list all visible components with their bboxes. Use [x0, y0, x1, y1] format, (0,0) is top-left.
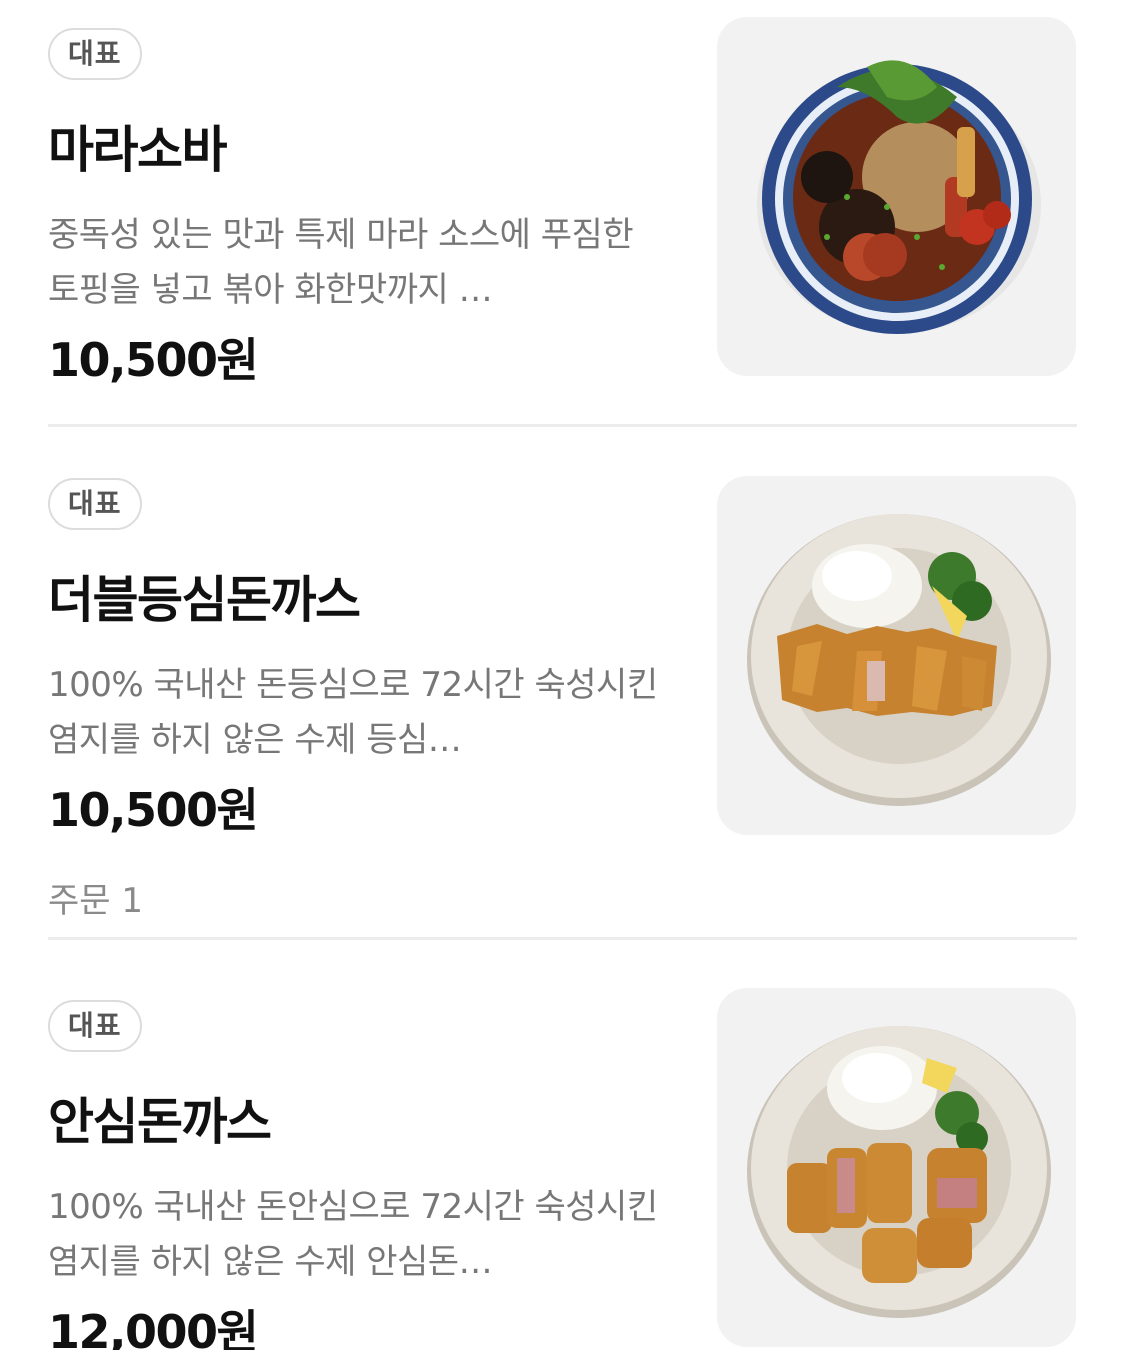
- signature-badge: 대표: [48, 28, 142, 80]
- signature-badge: 대표: [48, 1000, 142, 1052]
- menu-item-description: 중독성 있는 맛과 특제 마라 소스에 푸짐한 토핑을 넣고 볶아 화한맛까지 …: [48, 215, 634, 310]
- menu-item-description: 100% 국내산 돈안심으로 72시간 숙성시킨염지를 하지 않은 수제 안심돈…: [48, 1187, 658, 1282]
- menu-item-name: 더블등심돈까스: [48, 571, 361, 629]
- tenderloin-tonkatsu-plate-icon: [747, 1026, 1051, 1318]
- mala-soba-bowl-icon: [757, 60, 1041, 334]
- menu-item-price: 10,500원: [48, 333, 259, 387]
- tonkatsu-plate-icon: [747, 514, 1051, 806]
- menu-item-price: 10,500원: [48, 783, 259, 837]
- menu-item-info: 대표 안심돈까스 100% 국내산 돈안심으로 72시간 숙성시킨염지를 하지 …: [48, 1000, 668, 1350]
- item-divider: [48, 424, 1077, 427]
- menu-item-info: 대표 더블등심돈까스 100% 국내산 돈등심으로 72시간 숙성시킨 염지를 …: [48, 478, 668, 921]
- menu-item-mala-soba[interactable]: 대표 마라소바 중독성 있는 맛과 특제 마라 소스에 푸짐한 토핑을 넣고 볶…: [0, 17, 1125, 388]
- order-count: 주문 1: [48, 881, 143, 921]
- menu-item-image[interactable]: [717, 988, 1076, 1347]
- menu-item-name: 마라소바: [48, 121, 228, 179]
- menu-item-tenderloin-tonkatsu[interactable]: 대표 안심돈까스 100% 국내산 돈안심으로 72시간 숙성시킨염지를 하지 …: [0, 988, 1125, 1350]
- menu-list: 대표 마라소바 중독성 있는 맛과 특제 마라 소스에 푸짐한 토핑을 넣고 볶…: [0, 0, 1125, 1350]
- menu-item-description: 100% 국내산 돈등심으로 72시간 숙성시킨 염지를 하지 않은 수제 등심…: [48, 665, 658, 760]
- menu-item-info: 대표 마라소바 중독성 있는 맛과 특제 마라 소스에 푸짐한 토핑을 넣고 볶…: [48, 28, 668, 387]
- signature-badge: 대표: [48, 478, 142, 530]
- menu-item-name: 안심돈까스: [48, 1093, 272, 1151]
- menu-item-price: 12,000원: [48, 1305, 259, 1350]
- menu-item-image[interactable]: [717, 17, 1076, 376]
- menu-item-double-loin-tonkatsu[interactable]: 대표 더블등심돈까스 100% 국내산 돈등심으로 72시간 숙성시킨 염지를 …: [0, 476, 1125, 921]
- item-divider: [48, 937, 1077, 940]
- menu-item-image[interactable]: [717, 476, 1076, 835]
